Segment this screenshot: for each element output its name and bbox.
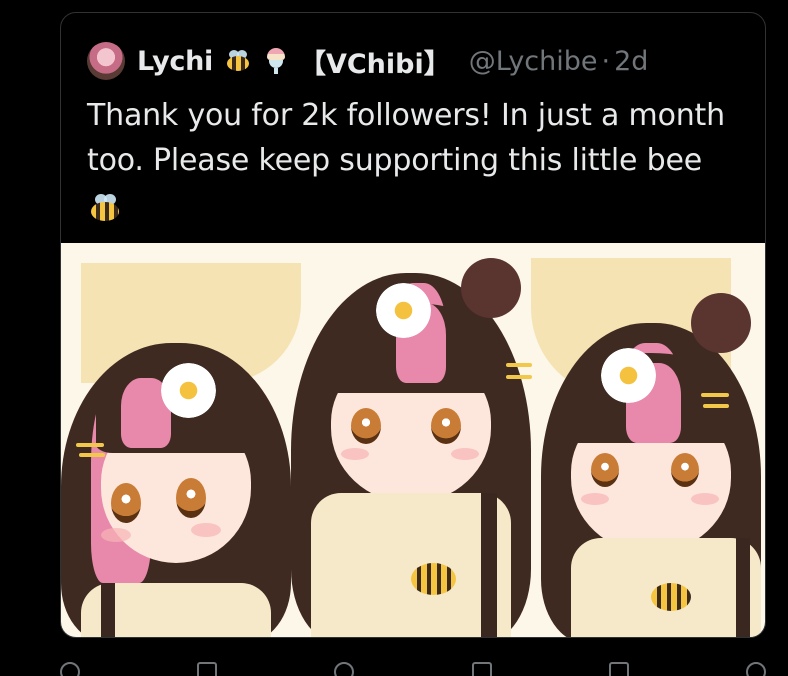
reply-button[interactable] (60, 660, 80, 676)
user-handle[interactable]: @Lychibe (469, 46, 598, 77)
tweet-media-image[interactable] (61, 243, 765, 637)
reply-icon (60, 662, 80, 676)
tweet-action-bar (60, 660, 766, 676)
name-suffix: 【VChibi】 (298, 48, 451, 80)
bee-icon (223, 50, 251, 72)
separator-dot: · (601, 45, 611, 77)
share-button[interactable] (745, 660, 766, 676)
views-button[interactable] (471, 660, 492, 676)
quoted-tweet-card[interactable]: Lychi 【VChibi】 @Lychibe · 2d Thank you f… (60, 12, 766, 638)
bee-icon (87, 192, 121, 222)
like-button[interactable] (334, 660, 355, 676)
avatar[interactable] (87, 42, 125, 80)
tweet-text-line-1: Thank you for 2k followers! In just a mo… (87, 98, 725, 133)
tweet-text: Thank you for 2k followers! In just a mo… (87, 93, 747, 228)
parfait-icon (265, 46, 287, 76)
like-icon (334, 662, 355, 676)
retweet-button[interactable] (197, 660, 218, 676)
views-icon (471, 662, 492, 676)
quoted-tweet-header: Lychi 【VChibi】 @Lychibe · 2d (87, 41, 648, 81)
chibi-character-right (531, 283, 765, 637)
timestamp[interactable]: 2d (614, 46, 648, 77)
bookmark-button[interactable] (608, 660, 629, 676)
share-icon (745, 662, 766, 676)
tweet-text-line-2: too. Please keep supporting this little … (87, 143, 702, 178)
bookmark-icon (608, 662, 629, 676)
display-name[interactable]: Lychi (137, 46, 213, 77)
retweet-icon (197, 662, 218, 676)
chibi-character-middle (281, 243, 541, 637)
chibi-character-left (61, 283, 301, 637)
